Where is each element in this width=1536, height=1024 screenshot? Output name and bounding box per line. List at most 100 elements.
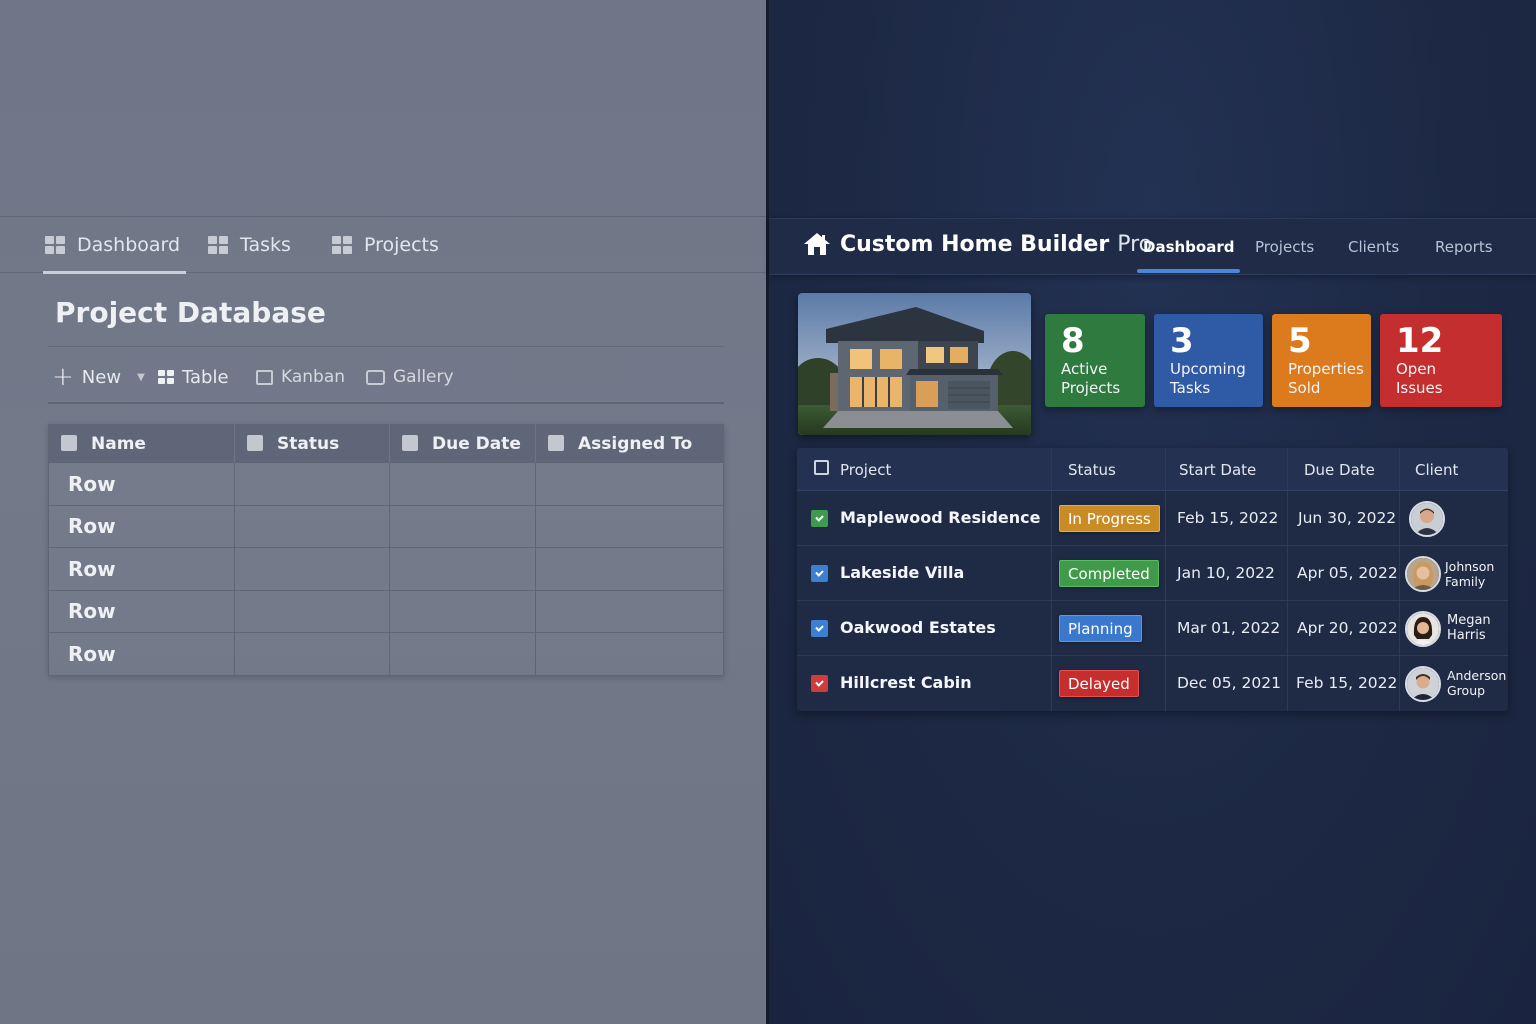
page-title: Project Database [55,296,326,329]
avatar[interactable] [1405,666,1441,702]
view-gallery-button[interactable]: Gallery [366,362,454,392]
column-divider [1165,448,1166,490]
row-name-cell[interactable]: Row [48,547,235,590]
nav-clients[interactable]: Clients [1348,238,1399,256]
stat-card-upcoming-tasks[interactable]: 3 Upcoming Tasks [1154,314,1263,407]
view-label: Table [182,366,229,388]
column-divider [1287,656,1288,711]
left-tab-projects[interactable]: Projects [332,217,439,273]
column-divider [1399,656,1400,711]
left-tab-label: Projects [364,234,439,256]
divider [48,346,724,347]
project-name[interactable]: Oakwood Estates [840,618,996,637]
table-cell[interactable] [234,462,390,505]
table-cell[interactable] [535,462,724,505]
table-cell[interactable] [389,632,536,675]
status-badge: Planning [1059,615,1142,642]
client-name: Johnson Family [1445,559,1495,589]
column-header-due-date[interactable]: Due Date [389,424,536,463]
column-divider [1287,491,1288,545]
project-name[interactable]: Maplewood Residence [840,508,1041,527]
view-label: Kanban [281,367,346,387]
table-cell[interactable] [389,504,536,548]
column-header-label: Status [277,433,340,454]
column-divider [1165,546,1166,600]
table-cell[interactable] [389,547,536,590]
row-name-cell[interactable]: Row [48,589,235,633]
project-name[interactable]: Hillcrest Cabin [840,673,972,692]
table-cell[interactable] [535,504,724,548]
table-row[interactable]: Row [48,589,724,633]
table-cell[interactable] [389,462,536,505]
table-cell[interactable] [535,589,724,633]
due-date: Apr 20, 2022 [1297,619,1398,637]
brand[interactable]: Custom Home Builder Pro [802,231,1152,257]
table-row[interactable]: Lakeside Villa Completed Jan 10, 2022 Ap… [797,546,1508,601]
stat-label: Upcoming Tasks [1170,360,1246,397]
table-cell[interactable] [389,589,536,633]
column-divider [1051,601,1052,655]
caret-down-icon[interactable]: ▼ [137,372,145,383]
table-cell[interactable] [535,547,724,590]
projects-table: Project Status Start Date Due Date Clien… [797,448,1508,711]
column-divider [1051,656,1052,711]
table-cell[interactable] [234,632,390,675]
nav-reports[interactable]: Reports [1435,238,1493,256]
table-cell[interactable] [234,504,390,548]
left-tab-dashboard[interactable]: Dashboard [42,217,187,274]
table-row[interactable]: Row [48,504,724,548]
column-header-label: Name [91,433,146,454]
app-header: Custom Home Builder Pro Dashboard Projec… [769,218,1536,275]
row-name-cell[interactable]: Row [48,504,235,548]
table-row[interactable]: Maplewood Residence In Progress Feb 15, … [797,491,1508,546]
table-row[interactable]: Row [48,547,724,590]
stat-value: 5 [1288,321,1312,361]
nav-dashboard[interactable]: Dashboard [1136,238,1242,273]
left-nav-bar: Dashboard Tasks Projects [0,216,766,274]
row-name-cell[interactable]: Row [48,632,235,675]
column-header-status[interactable]: Status [234,424,390,463]
column-header-start-date[interactable]: Start Date [1179,461,1256,479]
row-status-icon[interactable] [811,510,828,527]
column-divider [1165,491,1166,545]
column-divider [1165,656,1166,711]
row-status-icon[interactable] [811,620,828,637]
client-name: Megan Harris [1447,613,1491,643]
stat-card-active-projects[interactable]: 8 Active Projects [1045,314,1145,407]
avatar[interactable] [1409,501,1445,537]
avatar[interactable] [1405,611,1441,647]
column-header-due-date[interactable]: Due Date [1304,461,1375,479]
stat-card-properties-sold[interactable]: 5 Properties Sold [1272,314,1371,407]
left-panel: Dashboard Tasks Projects Project Databas… [0,0,766,1024]
grid-icon [208,236,228,254]
stat-card-open-issues[interactable]: 12 Open Issues [1380,314,1502,407]
project-name[interactable]: Lakeside Villa [840,563,964,582]
column-divider [1051,546,1052,600]
column-divider [1165,601,1166,655]
nav-projects[interactable]: Projects [1255,238,1314,256]
column-header-status[interactable]: Status [1068,461,1116,479]
table-cell[interactable] [535,632,724,675]
column-divider [1287,546,1288,600]
table-row[interactable]: Hillcrest Cabin Delayed Dec 05, 2021 Feb… [797,656,1508,711]
view-kanban-button[interactable]: Kanban [256,362,345,392]
table-row[interactable]: Row [48,632,724,675]
avatar[interactable] [1405,556,1441,592]
column-header-client[interactable]: Client [1415,461,1458,479]
table-row[interactable]: Oakwood Estates Planning Mar 01, 2022 Ap… [797,601,1508,656]
row-status-icon[interactable] [811,675,828,692]
table-cell[interactable] [234,547,390,590]
table-cell[interactable] [234,589,390,633]
table-row[interactable]: Row [48,462,724,505]
select-all-checkbox[interactable] [814,460,829,475]
plus-icon: + [52,362,74,392]
column-header-project[interactable]: Project [840,461,891,479]
column-header-assigned-to[interactable]: Assigned To [535,424,724,463]
row-status-icon[interactable] [811,565,828,582]
new-button[interactable]: + New ▼ [52,362,145,392]
left-tab-tasks[interactable]: Tasks [208,217,291,273]
row-name-cell[interactable]: Row [48,462,235,505]
view-table-button[interactable]: Table [158,362,229,392]
new-button-label: New [81,366,122,388]
column-header-name[interactable]: Name [48,424,235,463]
